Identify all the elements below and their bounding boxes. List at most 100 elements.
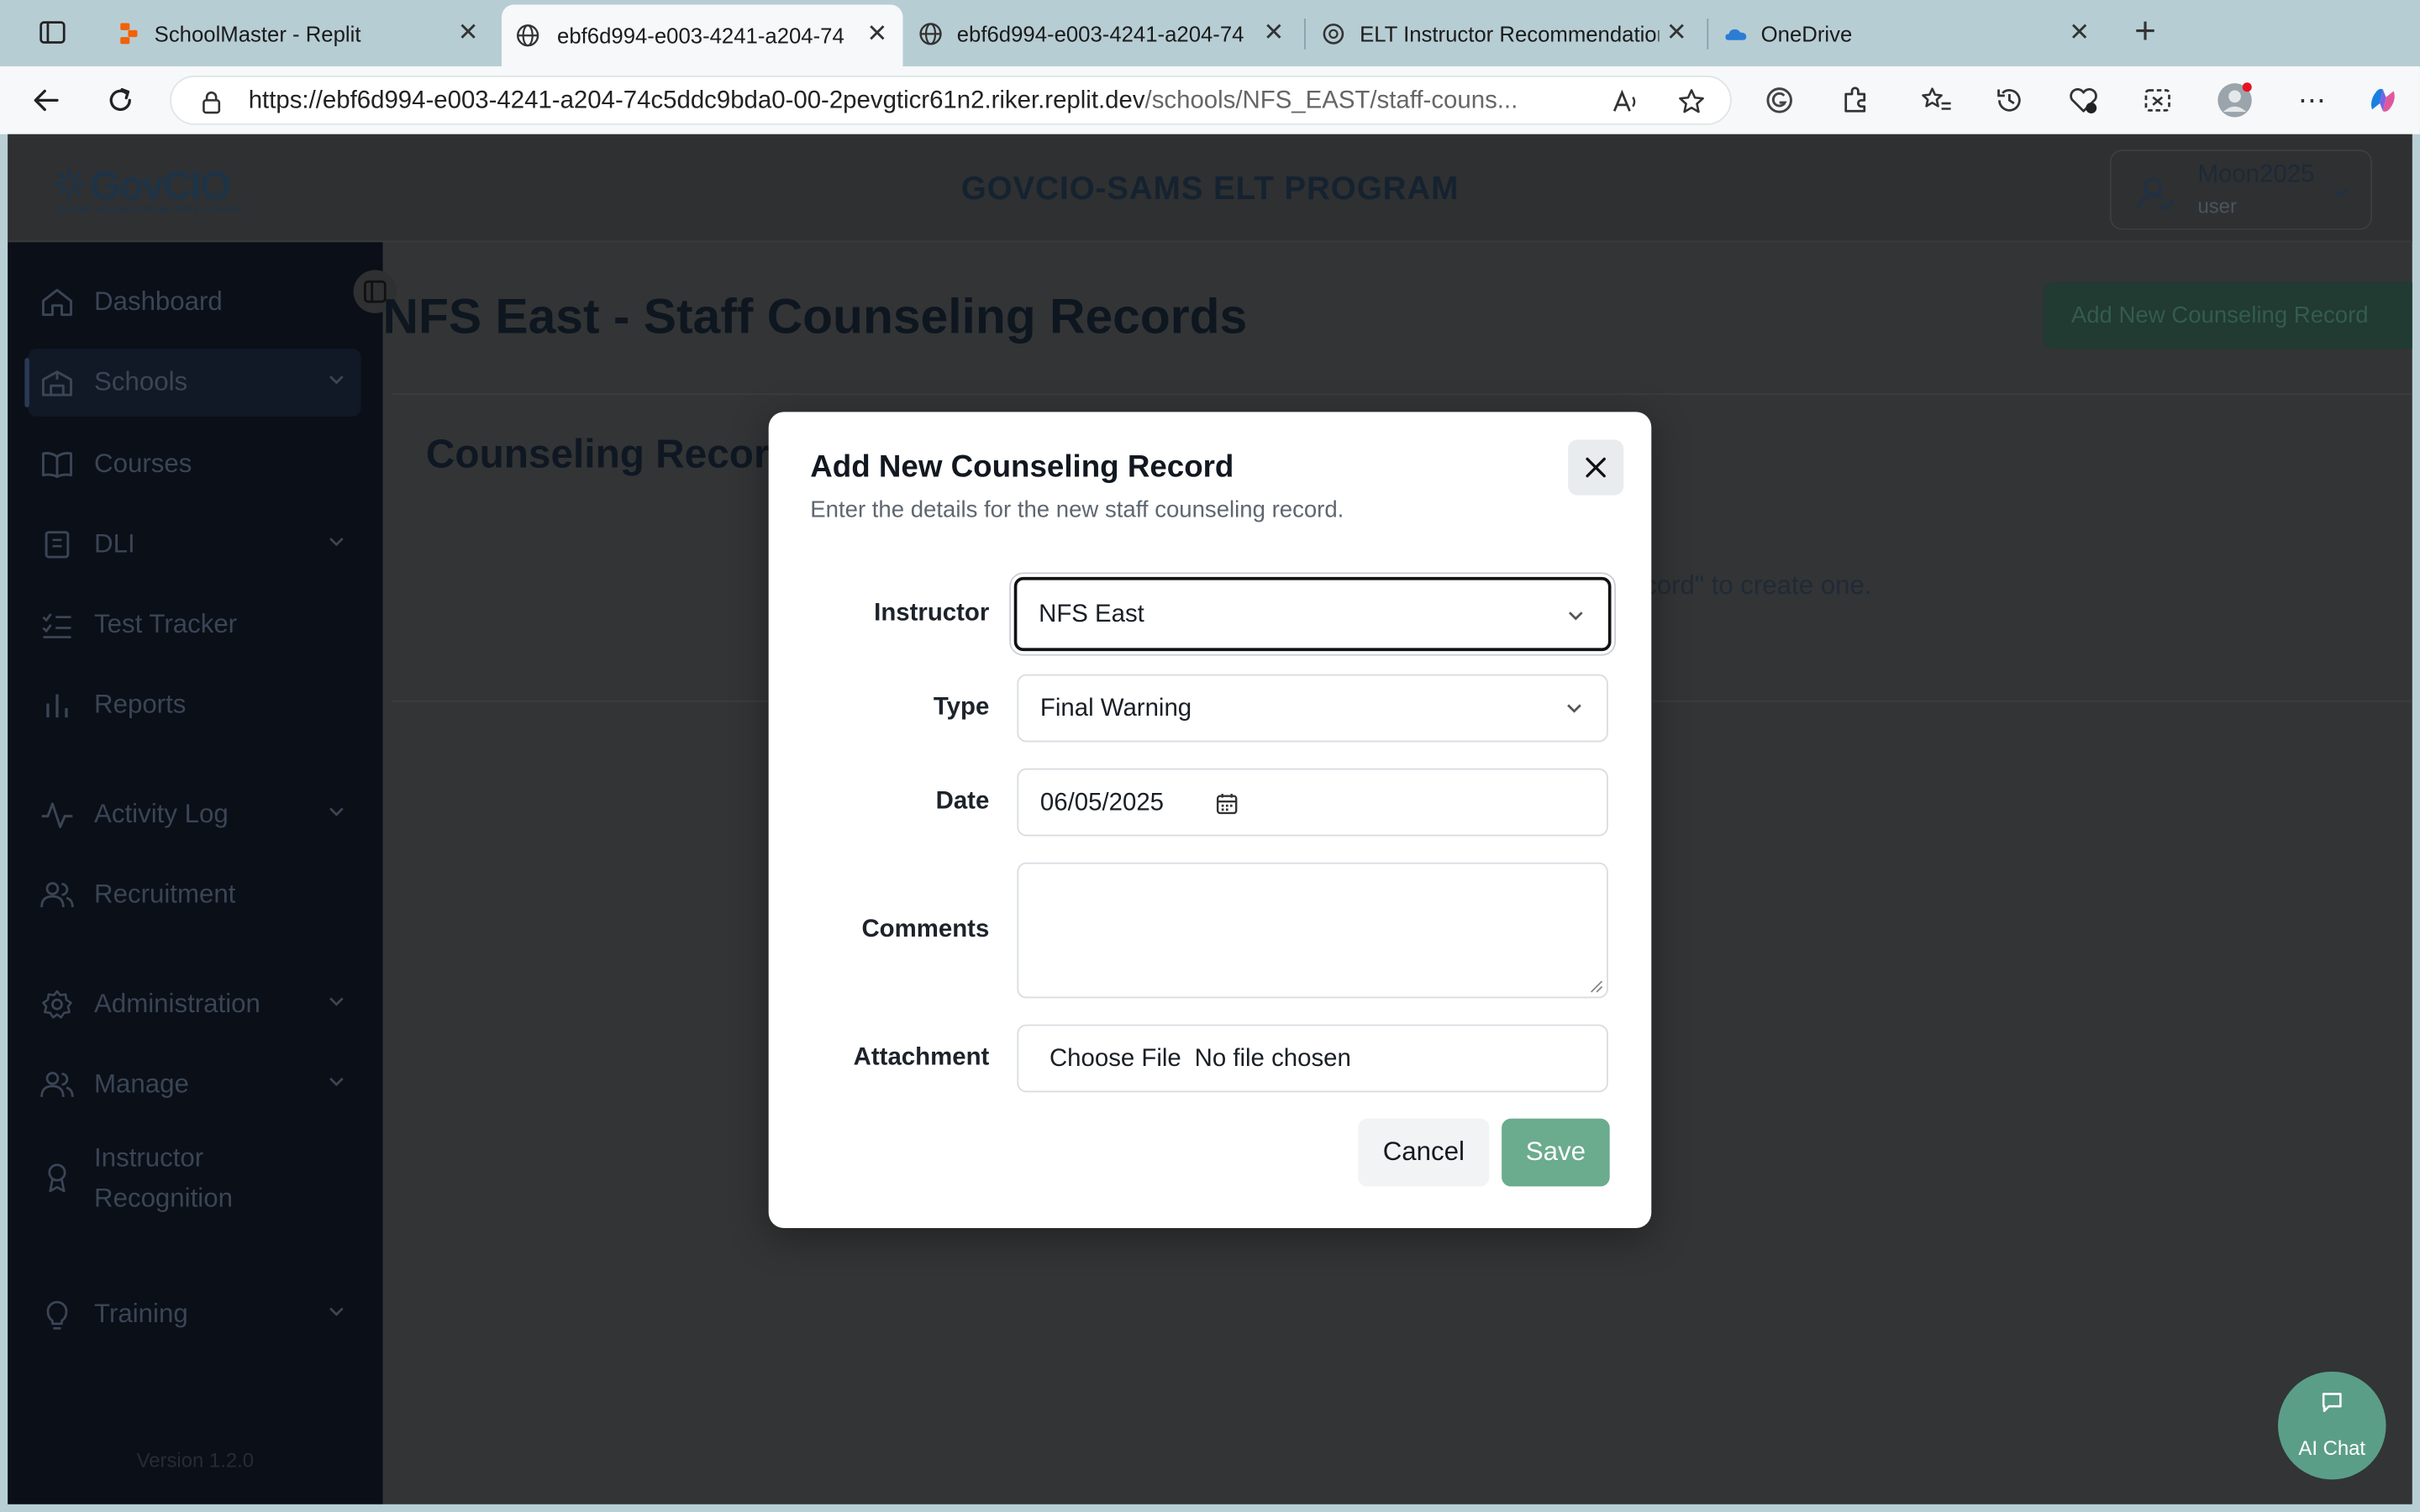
new-tab-icon[interactable]: + (2127, 11, 2164, 53)
chevron-down-icon (329, 997, 344, 1006)
chevron-down-icon (1568, 612, 1583, 621)
refresh-icon[interactable] (102, 81, 139, 118)
add-counseling-record-button[interactable]: Add New Counseling Record (2043, 282, 2412, 349)
tab-elt-recommendation[interactable]: ELT Instructor Recommendation ✕ (1307, 6, 1702, 61)
book-open-icon (41, 452, 72, 479)
browser-essentials-icon[interactable] (2065, 81, 2102, 118)
chevron-down-icon (329, 807, 344, 816)
comments-textarea[interactable] (1017, 862, 1608, 999)
more-options-icon[interactable]: ⋯ (2293, 81, 2330, 118)
home-icon (41, 288, 72, 317)
date-label: Date (935, 788, 990, 815)
sidebar-item-label: Test Tracker (94, 609, 238, 639)
screenshot-icon[interactable] (2139, 81, 2176, 118)
sidebar-item-dli[interactable]: DLI (28, 511, 361, 579)
close-icon[interactable]: ✕ (1264, 20, 1285, 48)
back-arrow-icon[interactable] (28, 81, 65, 118)
user-role: user (2197, 194, 2237, 218)
ai-chat-button[interactable]: AI Chat (2277, 1371, 2386, 1480)
close-icon[interactable]: ✕ (458, 20, 479, 48)
sidebar-item-test-tracker[interactable]: Test Tracker (28, 591, 361, 659)
cancel-button[interactable]: Cancel (1358, 1118, 1490, 1187)
user-name: Moon2025 (2197, 161, 2315, 189)
book-icon (45, 531, 70, 559)
favorite-star-icon[interactable] (1676, 87, 1707, 118)
copilot-icon[interactable] (2365, 81, 2402, 118)
onedrive-icon (1725, 29, 1747, 40)
type-select[interactable]: Final Warning (1017, 674, 1608, 743)
file-status-text: No file chosen (1194, 1046, 1351, 1073)
instructor-label: Instructor (874, 600, 990, 627)
tab-title: ELT Instructor Recommendation (1360, 21, 1660, 47)
add-counseling-dialog: Add New Counseling Record Enter the deta… (768, 412, 1652, 1229)
bar-chart-icon (46, 694, 68, 718)
chevron-down-icon (329, 538, 344, 547)
sidebar-item-training[interactable]: Training (28, 1280, 361, 1348)
sidebar-item-schools[interactable]: Schools (24, 349, 361, 417)
calendar-icon[interactable] (1214, 791, 1239, 816)
tab-title: ebf6d994-e003-4241-a204-74 (557, 23, 844, 48)
lightbulb-icon (46, 1300, 68, 1330)
message-icon (2322, 1393, 2342, 1412)
address-bar[interactable]: https://ebf6d994-e003-4241-a204-74c5ddc9… (170, 75, 1732, 125)
close-icon[interactable]: ✕ (1666, 20, 1687, 48)
globe-icon (919, 23, 942, 45)
dialog-title: Add New Counseling Record (810, 450, 1234, 485)
url-host: https://ebf6d994-e003-4241-a204-74c5ddc9… (248, 87, 1145, 114)
tab-title: OneDrive (1760, 21, 1853, 47)
tab-title: ebf6d994-e003-4241-a204-74 (956, 21, 1244, 47)
profile-avatar-icon[interactable] (2217, 81, 2254, 118)
chevron-down-icon (329, 1307, 344, 1316)
sidebar-item-reports[interactable]: Reports (28, 671, 361, 739)
tab-onedrive[interactable]: OneDrive ✕ (1710, 6, 2105, 61)
sidebar-item-dashboard[interactable]: Dashboard (28, 269, 361, 337)
openai-icon (1323, 24, 1344, 45)
tab-schoolmaster[interactable]: SchoolMaster - Replit ✕ (102, 6, 494, 61)
tab-active-app[interactable]: ebf6d994-e003-4241-a204-74 ✕ (501, 4, 903, 66)
close-icon[interactable]: ✕ (2069, 20, 2090, 48)
sidebar-item-label: Reports (94, 690, 187, 719)
history-icon[interactable] (1991, 81, 2028, 118)
extensions-icon[interactable] (1837, 81, 1874, 118)
version-label: Version 1.2.0 (136, 1448, 255, 1473)
globe-icon (517, 24, 539, 47)
sidebar-item-label: Activity Log (94, 799, 229, 829)
gear-icon (42, 990, 72, 1019)
sidebar: Dashboard Schools Courses DLI Test Track… (8, 242, 383, 1504)
chevron-down-icon (1567, 704, 1581, 713)
url-path: /schools/NFS_EAST/staff-couns... (1144, 87, 1518, 114)
url-text: https://ebf6d994-e003-4241-a204-74c5ddc9… (249, 88, 1607, 116)
tab-divider (1304, 18, 1306, 50)
browser-toolbar: https://ebf6d994-e003-4241-a204-74c5ddc9… (0, 66, 2420, 134)
close-icon (1586, 457, 1606, 478)
favorites-icon[interactable] (1918, 81, 1955, 118)
sidebar-item-administration[interactable]: Administration (28, 970, 361, 1038)
choose-file-button[interactable]: Choose File (1050, 1046, 1181, 1074)
sidebar-item-label: Courses (94, 449, 192, 479)
save-button[interactable]: Save (1502, 1118, 1610, 1187)
user-menu[interactable]: Moon2025 user (2109, 150, 2373, 230)
grammarly-icon[interactable] (1761, 81, 1798, 118)
read-aloud-icon[interactable] (1610, 87, 1641, 118)
sidebar-item-recruitment[interactable]: Recruitment (28, 861, 361, 929)
dialog-close-button[interactable] (1568, 439, 1624, 496)
sidebar-item-instructor-recognition[interactable]: Instructor Recognition (28, 1134, 361, 1224)
sidebar-item-label: Administration (94, 989, 260, 1019)
tab-app-2[interactable]: ebf6d994-e003-4241-a204-74 ✕ (904, 6, 1299, 61)
sidebar-toggle-icon[interactable] (34, 14, 71, 51)
browser-tab-bar: SchoolMaster - Replit ✕ ebf6d994-e003-42… (0, 0, 2420, 66)
sidebar-item-manage[interactable]: Manage (28, 1051, 361, 1119)
list-check-icon (42, 613, 71, 638)
comments-label: Comments (861, 916, 990, 943)
date-input[interactable]: 06/05/2025 (1017, 768, 1608, 837)
attachment-file-input[interactable]: Choose File No file chosen (1017, 1024, 1608, 1093)
records-card-title: Counseling Records (425, 430, 817, 477)
resize-handle-icon[interactable] (1588, 978, 1603, 993)
app-header: GovCIO SALIENT ARABIA FOR MILITARY SUPPO… (8, 134, 2412, 243)
instructor-select[interactable]: NFS East (1013, 576, 1612, 652)
replit-icon (120, 23, 138, 45)
close-icon[interactable]: ✕ (866, 22, 887, 50)
sidebar-item-activity-log[interactable]: Activity Log (28, 780, 361, 848)
sidebar-item-courses[interactable]: Courses (28, 430, 361, 498)
sidebar-item-label: Instructor Recognition (94, 1142, 233, 1213)
